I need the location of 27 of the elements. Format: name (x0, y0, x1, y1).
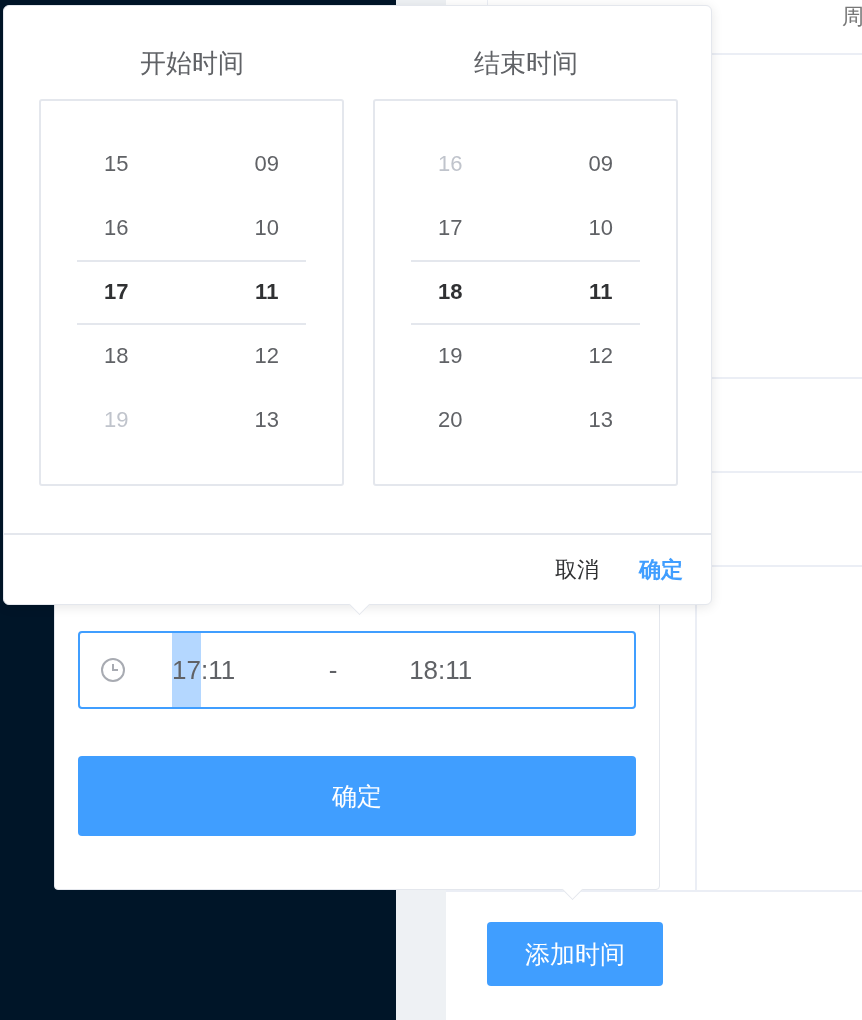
end-time-value[interactable]: 18:11 (409, 654, 473, 686)
spinner-item[interactable]: 13 (254, 388, 279, 452)
panel-title: 结束时间 (473, 47, 578, 80)
spinner-item[interactable]: 18 (104, 324, 129, 388)
range-separator: - (327, 654, 339, 686)
spinner-item[interactable]: 17 (438, 196, 463, 260)
spinner-item[interactable]: 12 (254, 324, 279, 388)
spinner-item[interactable]: 20 (438, 388, 463, 452)
spinner-item[interactable]: 12 (588, 324, 613, 388)
spinner-item[interactable]: 09 (588, 132, 613, 196)
spinner-item[interactable]: 09 (254, 132, 279, 196)
spinner-item[interactable]: 11 (589, 260, 613, 324)
spinner-item[interactable]: 10 (254, 196, 279, 260)
spinner-item[interactable]: 15 (104, 132, 129, 196)
spinner-item[interactable]: 18 (438, 260, 463, 324)
start-time-value[interactable]: 17:11 (172, 633, 236, 707)
panel-title: 开始时间 (139, 47, 244, 80)
column-header: 周 (842, 3, 862, 31)
clock-icon (100, 657, 126, 683)
spinner-item[interactable]: 13 (588, 388, 613, 452)
spinner-item[interactable]: 17 (104, 260, 129, 324)
spinner-item[interactable]: 11 (255, 260, 279, 324)
cancel-button[interactable]: 取消 (555, 554, 599, 585)
spinner-item[interactable]: 19 (438, 324, 463, 388)
spinner-item[interactable]: 10 (588, 196, 613, 260)
time-range-field[interactable]: 17:11 - 18:11 (78, 631, 636, 709)
spinner-item[interactable]: 16 (104, 196, 129, 260)
